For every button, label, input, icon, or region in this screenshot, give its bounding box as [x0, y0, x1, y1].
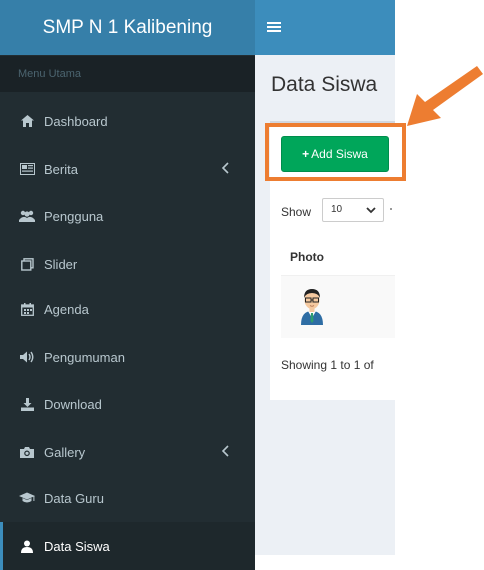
sidebar-item-label: Data Guru	[44, 490, 104, 506]
download-icon	[18, 397, 36, 411]
annotation-arrow-icon	[407, 66, 483, 126]
menu-header: Menu Utama	[0, 56, 255, 92]
sidebar-item-label: Pengumuman	[44, 349, 125, 365]
entries-suffix-dot	[390, 208, 392, 210]
brand-logo[interactable]: SMP N 1 Kalibening	[0, 0, 255, 55]
chevron-left-icon	[221, 445, 229, 457]
sidebar-item-slider[interactable]: Slider	[0, 240, 255, 288]
show-entries-label: Show	[281, 205, 312, 219]
sidebar-item-data-guru[interactable]: Data Guru	[0, 474, 255, 522]
sidebar-item-download[interactable]: Download	[0, 380, 255, 428]
sidebar-item-label: Data Siswa	[44, 538, 110, 554]
sidebar-item-dashboard[interactable]: Dashboard	[0, 97, 255, 145]
sidebar-item-gallery[interactable]: Gallery	[0, 428, 255, 476]
sidebar-item-label: Slider	[44, 256, 78, 272]
newspaper-icon	[18, 162, 36, 176]
user-icon	[18, 539, 36, 553]
graduation-cap-icon	[18, 491, 36, 505]
top-navbar	[255, 0, 395, 55]
sidebar-item-label: Berita	[44, 161, 78, 177]
sidebar-item-berita[interactable]: Berita	[0, 145, 255, 193]
users-icon	[18, 209, 36, 223]
column-header-photo: Photo	[290, 250, 324, 264]
camera-icon	[18, 445, 36, 459]
sidebar-item-label: Dashboard	[44, 113, 108, 129]
sidebar: SMP N 1 Kalibening Menu Utama Dashboard …	[0, 0, 255, 570]
sidebar-item-label: Download	[44, 396, 102, 412]
hamburger-icon[interactable]	[267, 20, 281, 34]
sidebar-item-data-siswa[interactable]: Data Siswa	[0, 522, 255, 570]
sidebar-item-pengumuman[interactable]: Pengumuman	[0, 333, 255, 381]
sidebar-item-agenda[interactable]: Agenda	[0, 285, 255, 333]
student-avatar	[301, 289, 323, 325]
entries-select-value: 10	[331, 204, 343, 215]
showing-entries-info: Showing 1 to 1 of	[281, 358, 374, 372]
chevron-down-icon	[366, 207, 376, 214]
entries-select[interactable]: 10	[322, 198, 384, 222]
sidebar-item-label: Pengguna	[44, 208, 104, 224]
chevron-left-icon	[221, 162, 229, 174]
home-icon	[18, 114, 36, 128]
sidebar-item-pengguna[interactable]: Pengguna	[0, 192, 255, 240]
highlight-box	[265, 123, 406, 181]
calendar-icon	[18, 302, 36, 316]
sidebar-item-label: Agenda	[44, 301, 89, 317]
clone-icon	[18, 257, 36, 271]
sidebar-item-label: Gallery	[44, 444, 86, 460]
volume-icon	[18, 350, 36, 364]
